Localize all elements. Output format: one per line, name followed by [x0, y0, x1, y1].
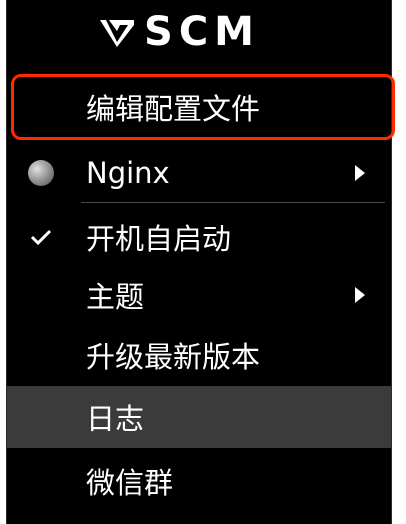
menu-item-theme[interactable]: 主题: [7, 266, 391, 324]
app-logo-text: SCM: [144, 9, 260, 55]
tray-context-menu: SCM 编辑配置文件 Nginx 开机自启动 主题 升级最新版本 日志 微信群: [6, 0, 395, 524]
menu-item-label: 主题: [86, 280, 145, 314]
menu-divider: [81, 202, 385, 203]
menu-item-label: 开机自启动: [86, 222, 232, 256]
menu-item-label: 日志: [86, 402, 145, 436]
menu-item-autostart[interactable]: 开机自启动: [7, 208, 391, 266]
submenu-arrow-icon: [355, 287, 365, 303]
checkmark-icon: [25, 221, 57, 253]
menu-item-label: Nginx: [86, 156, 170, 190]
menu-item-nginx[interactable]: Nginx: [7, 144, 391, 202]
menu-header: SCM: [7, 0, 391, 64]
menu-item-upgrade[interactable]: 升级最新版本: [7, 326, 391, 384]
menu-item-log[interactable]: 日志: [7, 386, 391, 448]
red-highlight-annotation: [11, 74, 395, 140]
scm-logo-icon: [100, 20, 135, 47]
submenu-arrow-icon: [355, 165, 365, 181]
menu-item-wechat-group[interactable]: 微信群: [7, 452, 391, 510]
menu-item-label: 升级最新版本: [86, 340, 261, 374]
globe-icon: [25, 157, 57, 189]
menu-item-label: 微信群: [86, 466, 174, 500]
